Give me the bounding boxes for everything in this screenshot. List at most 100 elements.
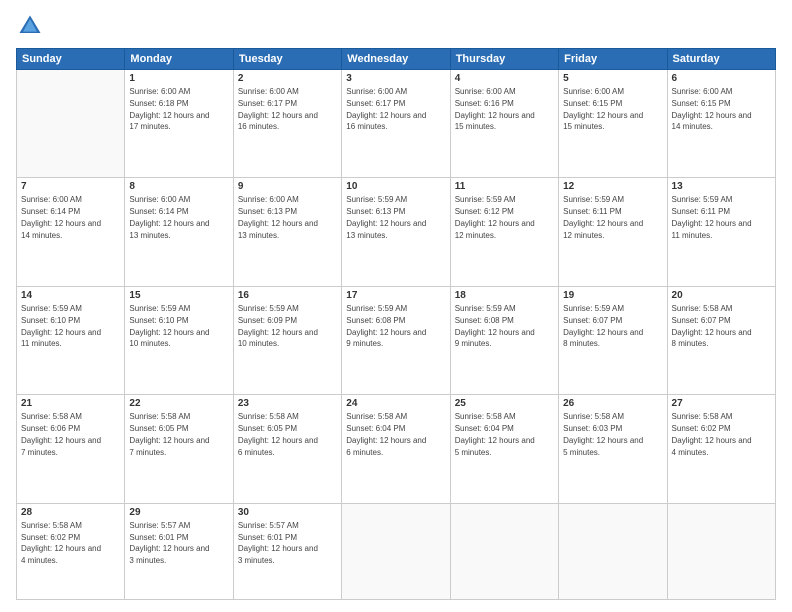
day-cell <box>342 503 450 599</box>
day-info: Sunrise: 5:58 AMSunset: 6:02 PMDaylight:… <box>21 521 101 565</box>
day-cell: 24 Sunrise: 5:58 AMSunset: 6:04 PMDaylig… <box>342 395 450 503</box>
weekday-header-wednesday: Wednesday <box>342 49 450 70</box>
day-cell: 19 Sunrise: 5:59 AMSunset: 6:07 PMDaylig… <box>559 286 667 394</box>
day-number: 14 <box>21 290 120 301</box>
day-info: Sunrise: 5:59 AMSunset: 6:08 PMDaylight:… <box>455 304 535 348</box>
day-number: 2 <box>238 73 337 84</box>
week-row-3: 14 Sunrise: 5:59 AMSunset: 6:10 PMDaylig… <box>17 286 776 394</box>
day-number: 26 <box>563 398 662 409</box>
day-info: Sunrise: 5:59 AMSunset: 6:12 PMDaylight:… <box>455 195 535 239</box>
day-cell: 29 Sunrise: 5:57 AMSunset: 6:01 PMDaylig… <box>125 503 233 599</box>
weekday-header-monday: Monday <box>125 49 233 70</box>
day-info: Sunrise: 5:58 AMSunset: 6:05 PMDaylight:… <box>238 412 318 456</box>
day-cell: 20 Sunrise: 5:58 AMSunset: 6:07 PMDaylig… <box>667 286 775 394</box>
day-number: 20 <box>672 290 771 301</box>
day-cell: 7 Sunrise: 6:00 AMSunset: 6:14 PMDayligh… <box>17 178 125 286</box>
day-cell: 10 Sunrise: 5:59 AMSunset: 6:13 PMDaylig… <box>342 178 450 286</box>
day-number: 11 <box>455 181 554 192</box>
day-info: Sunrise: 5:58 AMSunset: 6:05 PMDaylight:… <box>129 412 209 456</box>
day-info: Sunrise: 6:00 AMSunset: 6:17 PMDaylight:… <box>346 87 426 131</box>
day-info: Sunrise: 5:57 AMSunset: 6:01 PMDaylight:… <box>129 521 209 565</box>
day-number: 30 <box>238 507 337 518</box>
page: SundayMondayTuesdayWednesdayThursdayFrid… <box>0 0 792 612</box>
day-info: Sunrise: 6:00 AMSunset: 6:14 PMDaylight:… <box>21 195 101 239</box>
day-cell: 28 Sunrise: 5:58 AMSunset: 6:02 PMDaylig… <box>17 503 125 599</box>
day-info: Sunrise: 5:58 AMSunset: 6:04 PMDaylight:… <box>455 412 535 456</box>
day-number: 15 <box>129 290 228 301</box>
day-number: 7 <box>21 181 120 192</box>
weekday-header-tuesday: Tuesday <box>233 49 341 70</box>
day-number: 29 <box>129 507 228 518</box>
day-number: 25 <box>455 398 554 409</box>
week-row-1: 1 Sunrise: 6:00 AMSunset: 6:18 PMDayligh… <box>17 70 776 178</box>
day-cell: 8 Sunrise: 6:00 AMSunset: 6:14 PMDayligh… <box>125 178 233 286</box>
day-info: Sunrise: 5:58 AMSunset: 6:06 PMDaylight:… <box>21 412 101 456</box>
day-number: 6 <box>672 73 771 84</box>
day-number: 17 <box>346 290 445 301</box>
day-cell: 17 Sunrise: 5:59 AMSunset: 6:08 PMDaylig… <box>342 286 450 394</box>
day-info: Sunrise: 6:00 AMSunset: 6:18 PMDaylight:… <box>129 87 209 131</box>
day-info: Sunrise: 5:59 AMSunset: 6:09 PMDaylight:… <box>238 304 318 348</box>
day-info: Sunrise: 5:58 AMSunset: 6:04 PMDaylight:… <box>346 412 426 456</box>
day-info: Sunrise: 6:00 AMSunset: 6:17 PMDaylight:… <box>238 87 318 131</box>
day-cell: 12 Sunrise: 5:59 AMSunset: 6:11 PMDaylig… <box>559 178 667 286</box>
day-info: Sunrise: 5:58 AMSunset: 6:03 PMDaylight:… <box>563 412 643 456</box>
day-cell: 18 Sunrise: 5:59 AMSunset: 6:08 PMDaylig… <box>450 286 558 394</box>
day-cell <box>17 70 125 178</box>
day-cell: 16 Sunrise: 5:59 AMSunset: 6:09 PMDaylig… <box>233 286 341 394</box>
day-number: 1 <box>129 73 228 84</box>
header <box>16 12 776 40</box>
day-cell <box>559 503 667 599</box>
day-cell: 14 Sunrise: 5:59 AMSunset: 6:10 PMDaylig… <box>17 286 125 394</box>
week-row-4: 21 Sunrise: 5:58 AMSunset: 6:06 PMDaylig… <box>17 395 776 503</box>
day-number: 27 <box>672 398 771 409</box>
day-info: Sunrise: 5:59 AMSunset: 6:07 PMDaylight:… <box>563 304 643 348</box>
day-cell: 11 Sunrise: 5:59 AMSunset: 6:12 PMDaylig… <box>450 178 558 286</box>
day-cell: 26 Sunrise: 5:58 AMSunset: 6:03 PMDaylig… <box>559 395 667 503</box>
day-info: Sunrise: 5:59 AMSunset: 6:11 PMDaylight:… <box>672 195 752 239</box>
day-cell <box>450 503 558 599</box>
week-row-2: 7 Sunrise: 6:00 AMSunset: 6:14 PMDayligh… <box>17 178 776 286</box>
day-number: 21 <box>21 398 120 409</box>
day-cell: 30 Sunrise: 5:57 AMSunset: 6:01 PMDaylig… <box>233 503 341 599</box>
day-number: 10 <box>346 181 445 192</box>
day-info: Sunrise: 5:59 AMSunset: 6:11 PMDaylight:… <box>563 195 643 239</box>
weekday-header-row: SundayMondayTuesdayWednesdayThursdayFrid… <box>17 49 776 70</box>
day-info: Sunrise: 6:00 AMSunset: 6:14 PMDaylight:… <box>129 195 209 239</box>
weekday-header-saturday: Saturday <box>667 49 775 70</box>
logo-icon <box>16 12 44 40</box>
day-number: 24 <box>346 398 445 409</box>
weekday-header-friday: Friday <box>559 49 667 70</box>
day-info: Sunrise: 6:00 AMSunset: 6:15 PMDaylight:… <box>563 87 643 131</box>
logo <box>16 12 48 40</box>
day-cell: 25 Sunrise: 5:58 AMSunset: 6:04 PMDaylig… <box>450 395 558 503</box>
day-info: Sunrise: 5:59 AMSunset: 6:13 PMDaylight:… <box>346 195 426 239</box>
day-number: 4 <box>455 73 554 84</box>
day-number: 22 <box>129 398 228 409</box>
weekday-header-thursday: Thursday <box>450 49 558 70</box>
day-cell: 15 Sunrise: 5:59 AMSunset: 6:10 PMDaylig… <box>125 286 233 394</box>
day-info: Sunrise: 5:59 AMSunset: 6:10 PMDaylight:… <box>21 304 101 348</box>
calendar-table: SundayMondayTuesdayWednesdayThursdayFrid… <box>16 48 776 600</box>
day-number: 13 <box>672 181 771 192</box>
day-number: 12 <box>563 181 662 192</box>
day-cell: 6 Sunrise: 6:00 AMSunset: 6:15 PMDayligh… <box>667 70 775 178</box>
weekday-header-sunday: Sunday <box>17 49 125 70</box>
day-info: Sunrise: 5:58 AMSunset: 6:07 PMDaylight:… <box>672 304 752 348</box>
day-cell: 1 Sunrise: 6:00 AMSunset: 6:18 PMDayligh… <box>125 70 233 178</box>
day-info: Sunrise: 6:00 AMSunset: 6:13 PMDaylight:… <box>238 195 318 239</box>
day-info: Sunrise: 5:59 AMSunset: 6:08 PMDaylight:… <box>346 304 426 348</box>
day-number: 3 <box>346 73 445 84</box>
day-cell <box>667 503 775 599</box>
day-number: 19 <box>563 290 662 301</box>
day-info: Sunrise: 6:00 AMSunset: 6:16 PMDaylight:… <box>455 87 535 131</box>
day-number: 18 <box>455 290 554 301</box>
day-cell: 21 Sunrise: 5:58 AMSunset: 6:06 PMDaylig… <box>17 395 125 503</box>
day-cell: 22 Sunrise: 5:58 AMSunset: 6:05 PMDaylig… <box>125 395 233 503</box>
day-info: Sunrise: 5:57 AMSunset: 6:01 PMDaylight:… <box>238 521 318 565</box>
day-number: 5 <box>563 73 662 84</box>
day-number: 8 <box>129 181 228 192</box>
day-info: Sunrise: 6:00 AMSunset: 6:15 PMDaylight:… <box>672 87 752 131</box>
day-cell: 3 Sunrise: 6:00 AMSunset: 6:17 PMDayligh… <box>342 70 450 178</box>
day-number: 23 <box>238 398 337 409</box>
